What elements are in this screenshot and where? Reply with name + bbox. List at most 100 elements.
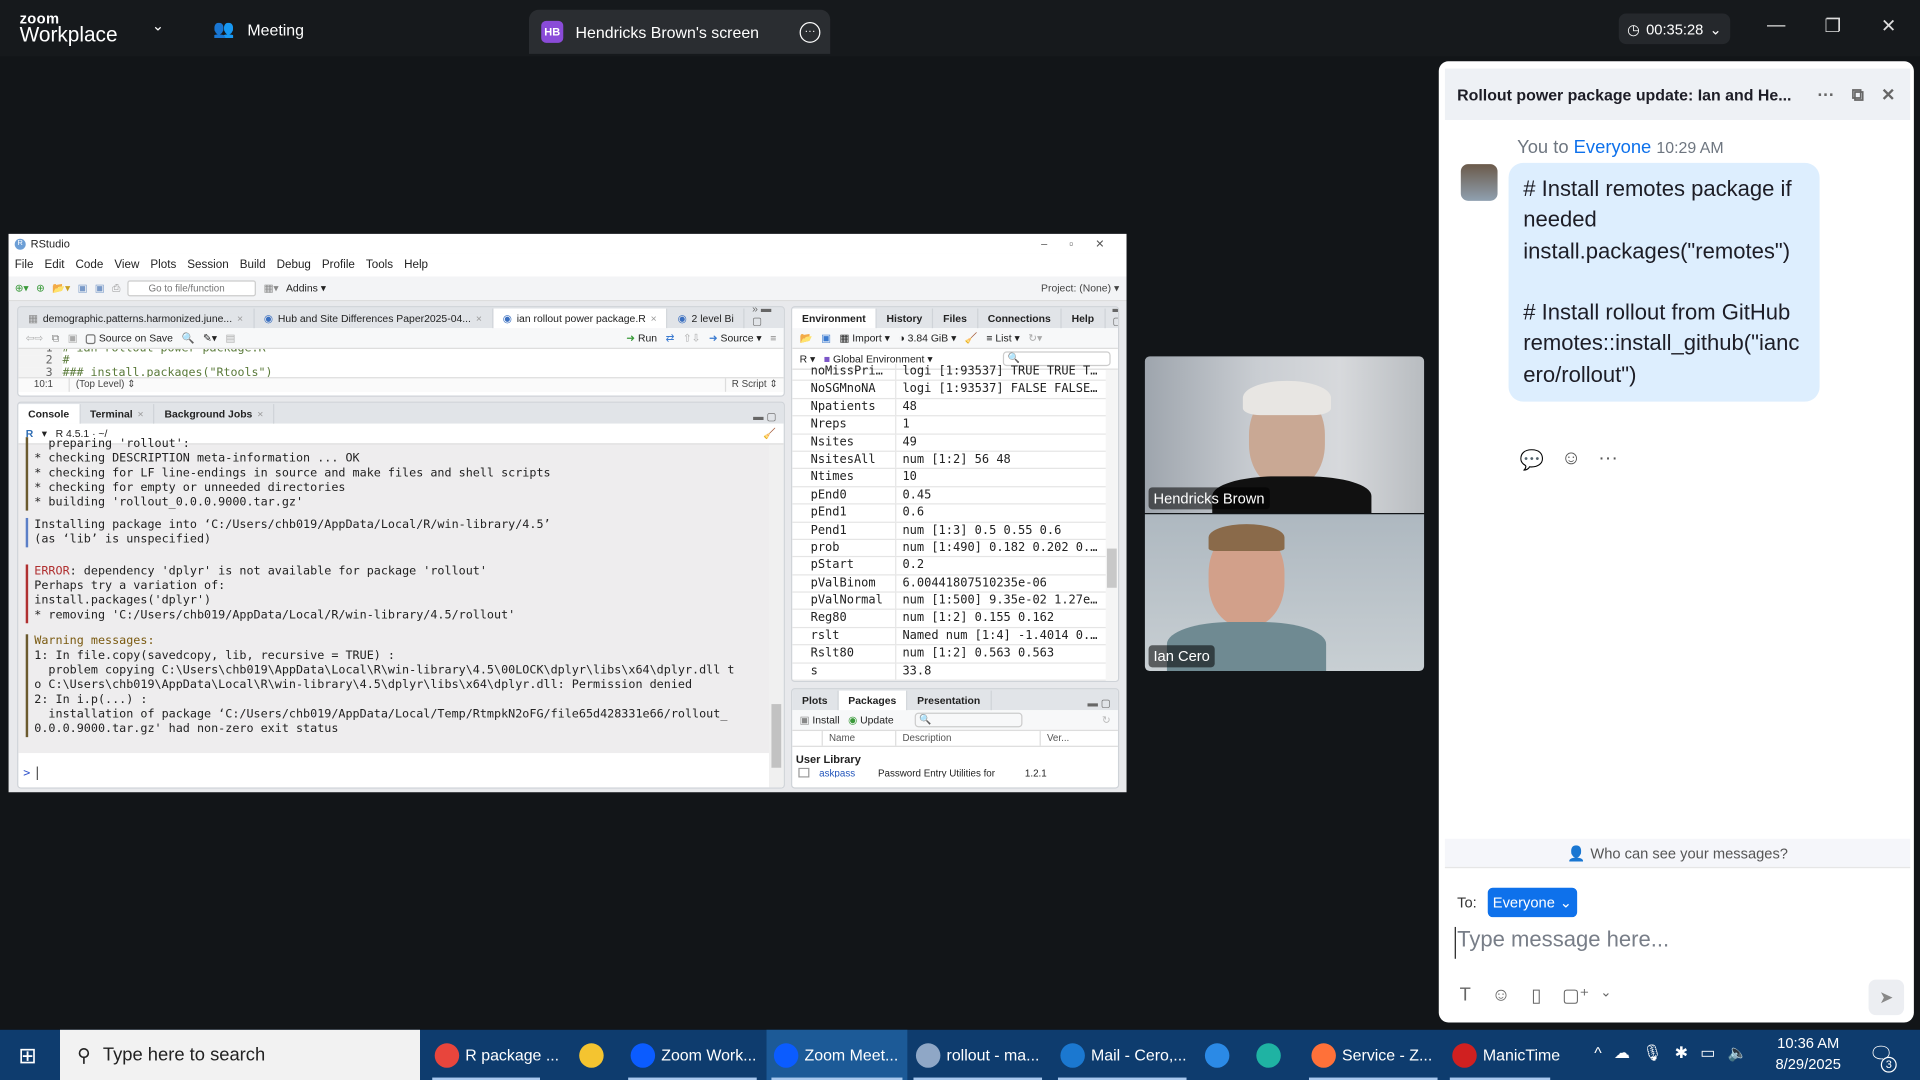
environment-row[interactable]: Nsites 49 — [792, 434, 1109, 452]
taskbar-app[interactable]: rollout - ma... — [909, 1030, 1047, 1080]
source-tab[interactable]: ◉ ian rollout power package.R × — [492, 308, 668, 329]
tab-plots[interactable]: Plots — [792, 690, 839, 711]
environment-row[interactable]: pStart 0.2 — [792, 557, 1109, 576]
print-icon[interactable]: ⎙ — [112, 282, 120, 295]
screenshot-icon[interactable]: ▢⁺ — [1562, 984, 1589, 1007]
package-row[interactable]: askpass Password Entry Utilities for 1.2… — [792, 767, 1118, 778]
open-file-icon[interactable]: 📂▾ — [52, 282, 70, 295]
taskbar-app[interactable]: Service - Z... — [1304, 1030, 1442, 1080]
minimize-icon[interactable]: — — [1767, 15, 1785, 36]
privacy-notice[interactable]: 👤 Who can see your messages? — [1444, 838, 1911, 869]
menu-item-session[interactable]: Session — [187, 258, 228, 271]
taskbar-app[interactable]: Zoom Work... — [623, 1030, 761, 1080]
environment-row[interactable]: Pend1 num [1:3] 0.5 0.55 0.6 — [792, 522, 1109, 540]
save-icon[interactable]: ▣ — [78, 282, 88, 295]
pane-minmax-icon[interactable]: ▬ ▢ — [1105, 307, 1117, 328]
add-reaction-icon[interactable]: ☺ — [1561, 448, 1581, 472]
window-controls[interactable]: –▫✕ — [1041, 237, 1126, 250]
console-scrollbar[interactable] — [768, 444, 784, 788]
menu-item-tools[interactable]: Tools — [366, 258, 393, 271]
pop-out-icon[interactable]: ⧉ — [1852, 84, 1864, 105]
save-all-icon[interactable]: ▣ — [95, 282, 105, 295]
taskbar-app[interactable]: Mail - Cero,... — [1053, 1030, 1191, 1080]
load-workspace-icon[interactable]: 📂 — [800, 331, 813, 344]
environment-row[interactable]: rslt Named num [1:4] -1.4014 0.… — [792, 627, 1109, 646]
environment-row[interactable]: Nreps 1 — [792, 416, 1109, 435]
source-on-save-checkbox[interactable]: Source on Save — [86, 332, 173, 344]
import-dataset-button[interactable]: ▦ Import ▾ — [840, 331, 890, 344]
code-tools-icon[interactable]: ✎▾ — [203, 331, 217, 344]
tab-presentation[interactable]: Presentation — [907, 690, 992, 711]
more-icon[interactable]: ··· — [1817, 84, 1834, 104]
meeting-tab[interactable]: Meeting — [247, 21, 304, 39]
menu-item-code[interactable]: Code — [76, 258, 104, 271]
chevron-down-icon[interactable]: ⌄ — [1600, 984, 1611, 1006]
refresh-icon[interactable]: ↻▾ — [1028, 331, 1042, 344]
menu-item-file[interactable]: File — [15, 258, 34, 271]
show-in-window-icon[interactable]: ⧉ — [52, 331, 59, 344]
tab-packages[interactable]: Packages — [838, 690, 908, 711]
more-icon[interactable]: ··· — [1598, 448, 1618, 472]
package-name[interactable]: askpass — [819, 768, 868, 778]
chat-message-bubble[interactable]: # Install remotes package if needed inst… — [1508, 162, 1820, 402]
packages-search-input[interactable]: 🔍 — [914, 712, 1023, 728]
close-tab-icon[interactable]: × — [476, 312, 482, 324]
back-forward-icon[interactable]: ⇦⇨ — [26, 331, 43, 344]
tab-overflow-icon[interactable]: » ▬ ▢ — [745, 307, 784, 328]
tab-environment[interactable]: Environment — [792, 308, 877, 329]
console-prompt[interactable]: > — [18, 760, 784, 788]
message-recipient[interactable]: Everyone — [1574, 137, 1652, 158]
file-type-selector[interactable]: R Script ⇕ — [724, 378, 783, 392]
source-button[interactable]: ➜ Source ▾ — [709, 331, 762, 344]
tab-terminal[interactable]: Terminal × — [80, 404, 155, 424]
taskbar-search[interactable]: ⚲ Type here to search — [60, 1029, 421, 1080]
close-tab-icon[interactable]: × — [138, 408, 144, 420]
environment-row[interactable]: Ntimes 10 — [792, 469, 1109, 488]
emoji-icon[interactable]: ☺ — [1492, 984, 1511, 1006]
addins-menu[interactable]: Addins ▾ — [286, 282, 326, 295]
chevron-down-icon[interactable]: ⌄ — [152, 17, 164, 34]
menu-item-view[interactable]: View — [114, 258, 139, 271]
send-button[interactable]: ➤ — [1868, 979, 1905, 1016]
more-options-icon[interactable]: ··· — [799, 21, 821, 43]
format-text-icon[interactable]: T — [1460, 984, 1471, 1006]
environment-row[interactable]: prob num [1:490] 0.182 0.202 0.… — [792, 539, 1109, 558]
environment-row[interactable]: pValBinom 6.00441807510235e-06 — [792, 575, 1109, 593]
tab-console[interactable]: Console — [18, 404, 81, 424]
windows-start-icon[interactable]: ⊞ — [18, 1043, 36, 1069]
save-workspace-icon[interactable]: ▣ — [821, 331, 831, 344]
column-version[interactable]: Ver... — [1041, 731, 1078, 746]
taskbar-app[interactable]: R package ... — [427, 1030, 559, 1080]
environment-row[interactable]: Npatients 48 — [792, 398, 1109, 417]
tab-history[interactable]: History — [877, 308, 934, 329]
compile-report-icon[interactable]: ▤ — [226, 331, 236, 344]
environment-row[interactable]: Rslt80 num [1:2] 0.563 0.563 — [792, 645, 1109, 664]
taskbar-app[interactable]: Zoom Meet... — [766, 1029, 908, 1080]
rerun-icon[interactable]: ⇄ — [666, 331, 675, 344]
menu-item-debug[interactable]: Debug — [277, 258, 311, 271]
menu-item-build[interactable]: Build — [240, 258, 266, 271]
microphone-icon[interactable]: 🎙 — [1642, 1043, 1662, 1063]
console-output[interactable]: preparing 'rollout': * checking DESCRIPTI… — [18, 437, 784, 788]
environment-row[interactable]: Reg80 num [1:2] 0.155 0.162 — [792, 610, 1109, 628]
environment-row[interactable]: NoSGMnoNA logi [1:93537] FALSE FALSE… — [792, 381, 1109, 399]
search-icon[interactable]: 🔍 — [181, 331, 194, 344]
environment-row[interactable]: pEnd0 0.45 — [792, 487, 1109, 505]
onedrive-icon[interactable]: ☁ — [1614, 1043, 1630, 1063]
menu-item-profile[interactable]: Profile — [322, 258, 355, 271]
volume-icon[interactable]: 🔈 — [1728, 1043, 1748, 1063]
goto-file-input[interactable]: Go to file/function — [127, 280, 257, 297]
new-project-icon[interactable]: ⊕ — [36, 282, 45, 295]
scope-selector[interactable]: (Top Level) ⇕ — [70, 378, 135, 391]
tab-background-jobs[interactable]: Background Jobs × — [155, 404, 275, 424]
outline-icon[interactable]: ≡ — [770, 332, 776, 344]
meeting-timer[interactable]: ◷ 00:35:28 ⌄ — [1618, 13, 1731, 45]
close-tab-icon[interactable]: × — [651, 312, 657, 324]
taskbar-app[interactable] — [1249, 1030, 1298, 1080]
memory-usage[interactable]: ◑ 3.84 GiB ▾ — [898, 331, 956, 344]
tab-files[interactable]: Files — [933, 308, 978, 329]
close-icon[interactable]: ✕ — [1881, 84, 1895, 105]
taskbar-app[interactable] — [572, 1030, 616, 1080]
tab-connections[interactable]: Connections — [978, 308, 1062, 329]
taskbar-app[interactable]: ManicTime — [1445, 1030, 1560, 1080]
